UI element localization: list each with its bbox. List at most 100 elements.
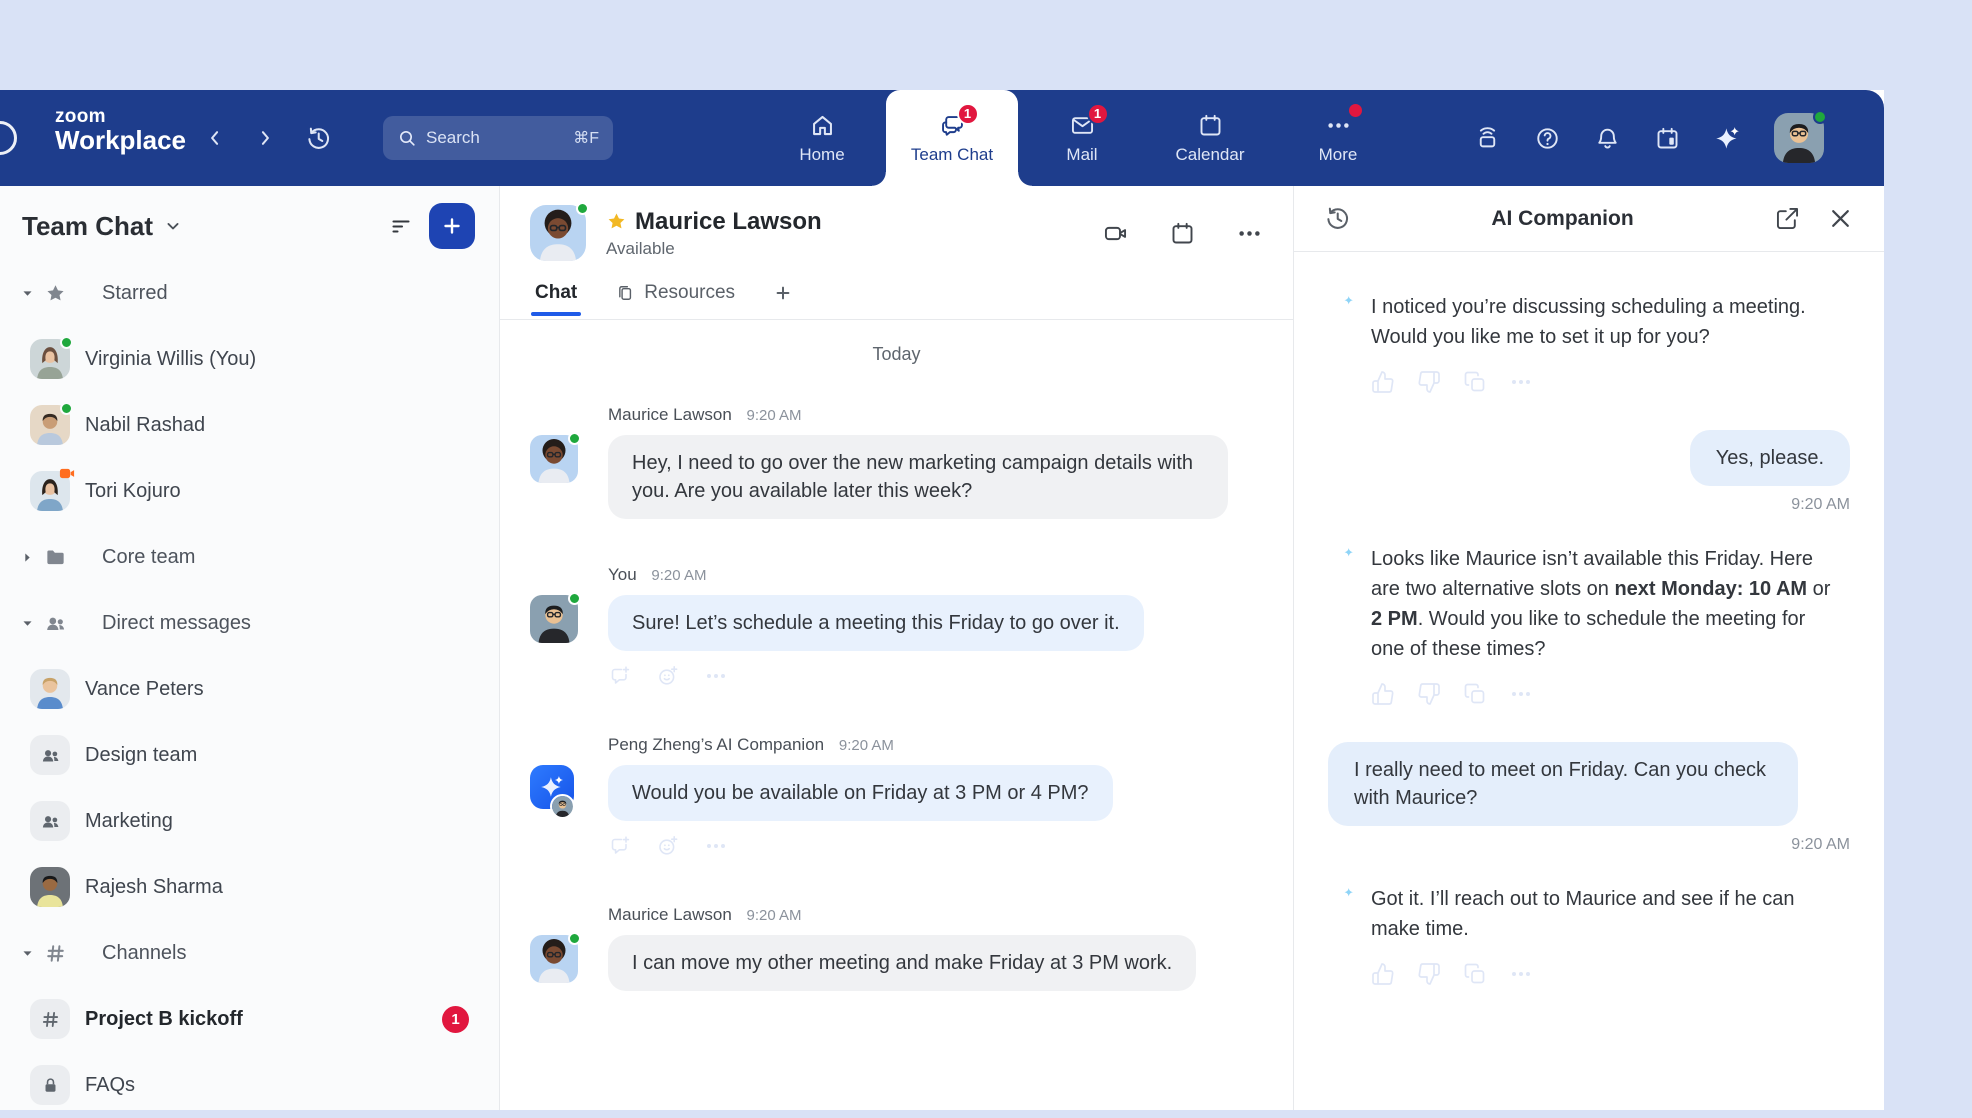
sidebar-section-core-team[interactable]: Core team <box>0 524 499 590</box>
sidebar-item-faqs[interactable]: FAQs <box>0 1052 499 1118</box>
tab-chat[interactable]: Chat <box>535 270 577 316</box>
home-icon <box>809 112 836 139</box>
add-reaction-button[interactable] <box>656 833 680 859</box>
add-reaction-button[interactable] <box>656 663 680 689</box>
pop-out-button[interactable] <box>1774 205 1801 232</box>
tab-mail[interactable]: 1 Mail <box>1018 90 1146 186</box>
schedule-button[interactable] <box>1654 125 1681 152</box>
sidebar-item-nabil-rashad[interactable]: Nabil Rashad <box>0 392 499 458</box>
sidebar-item-vance-peters[interactable]: Vance Peters <box>0 656 499 722</box>
text-part: . Would you like to schedule the meeting… <box>1371 608 1805 660</box>
sidebar-item-rajesh-sharma[interactable]: Rajesh Sharma <box>0 854 499 920</box>
ai-panel-body[interactable]: I noticed you’re discussing scheduling a… <box>1294 252 1884 1110</box>
ai-message-actions <box>1371 680 1850 708</box>
chat-header: Maurice Lawson Available <box>500 186 1293 270</box>
nav-back-button[interactable] <box>205 128 225 148</box>
sidebar-item-project-b-kickoff[interactable]: Project B kickoff 1 <box>0 986 499 1052</box>
user-presence-dot <box>1813 110 1827 124</box>
connect-device-button[interactable] <box>1474 125 1501 152</box>
new-chat-button[interactable] <box>429 203 475 249</box>
reply-in-thread-button[interactable] <box>608 663 632 689</box>
search-input[interactable] <box>426 128 564 148</box>
text-part: or <box>1807 578 1830 600</box>
thumbs-up-button[interactable] <box>1371 960 1395 988</box>
tab-home[interactable]: Home <box>758 90 886 186</box>
sidebar-section-direct-messages[interactable]: Direct messages <box>0 590 499 656</box>
start-video-meeting-button[interactable] <box>1102 220 1129 247</box>
thumbs-down-button[interactable] <box>1417 680 1441 708</box>
message-more-button[interactable] <box>704 833 728 859</box>
date-divider: Today <box>530 344 1263 365</box>
chat-message: You 9:20 AM Sure! Let’s schedule a meeti… <box>530 565 1263 689</box>
ai-panel-title: AI Companion <box>1351 207 1774 231</box>
close-icon <box>1827 205 1854 232</box>
schedule-meeting-button[interactable] <box>1169 220 1196 247</box>
message-list[interactable]: Today Maurice Lawson 9:20 AM Hey, I need… <box>500 320 1293 1110</box>
sidebar-section-channels[interactable]: Channels <box>0 920 499 986</box>
more-notification-dot <box>1349 104 1362 117</box>
copy-button[interactable] <box>1463 368 1487 396</box>
close-panel-button[interactable] <box>1827 205 1854 232</box>
sidebar-item-marketing[interactable]: Marketing <box>0 788 499 854</box>
ai-history-button[interactable] <box>1324 205 1351 232</box>
tab-team-chat-label: Team Chat <box>911 145 993 165</box>
emoji-icon <box>656 664 680 688</box>
reply-icon <box>608 834 632 858</box>
thumbs-down-button[interactable] <box>1417 960 1441 988</box>
ai-message: I noticed you’re discussing scheduling a… <box>1328 292 1850 352</box>
message-time: 9:20 AM <box>651 567 706 584</box>
plus-icon <box>440 214 464 238</box>
caret-down-icon[interactable] <box>20 946 35 961</box>
calendar-panel-icon <box>1654 125 1681 152</box>
tab-calendar[interactable]: Calendar <box>1146 90 1274 186</box>
tab-more[interactable]: More <box>1274 90 1402 186</box>
more-options-button[interactable] <box>1509 368 1533 396</box>
locked-channel-avatar <box>30 1065 70 1105</box>
ellipsis-icon <box>1236 220 1263 247</box>
copy-button[interactable] <box>1463 680 1487 708</box>
caret-down-icon[interactable] <box>20 616 35 631</box>
video-camera-icon <box>1102 220 1129 247</box>
user-bubble: Yes, please. <box>1690 430 1850 486</box>
nav-forward-button[interactable] <box>255 128 275 148</box>
message-time: 9:20 AM <box>839 737 894 754</box>
copy-button[interactable] <box>1463 960 1487 988</box>
more-options-button[interactable] <box>1509 960 1533 988</box>
ai-message-text: Got it. I’ll reach out to Maurice and se… <box>1371 884 1833 944</box>
reply-in-thread-button[interactable] <box>608 833 632 859</box>
filter-button[interactable] <box>389 214 413 238</box>
calendar-icon <box>1197 112 1224 139</box>
starred-contact-icon[interactable] <box>606 211 627 232</box>
sidebar-section-starred[interactable]: Starred <box>0 260 499 326</box>
history-icon <box>305 125 332 152</box>
thumbs-up-button[interactable] <box>1371 680 1395 708</box>
sidebar-item-label: Vance Peters <box>85 678 204 701</box>
tab-resources[interactable]: Resources <box>615 270 735 316</box>
more-options-button[interactable] <box>1509 680 1533 708</box>
chat-message: Maurice Lawson 9:20 AM I can move my oth… <box>530 905 1263 991</box>
thumbs-down-button[interactable] <box>1417 368 1441 396</box>
notifications-button[interactable] <box>1594 125 1621 152</box>
chevron-down-icon[interactable] <box>163 216 183 236</box>
ai-companion-avatar <box>530 765 578 813</box>
tab-team-chat[interactable]: 1 Team Chat <box>886 90 1018 186</box>
chat-more-options-button[interactable] <box>1236 220 1263 247</box>
global-search-box[interactable]: ⌘F <box>383 116 613 160</box>
add-tab-button[interactable] <box>773 270 793 316</box>
caret-down-icon[interactable] <box>20 286 35 301</box>
sidebar-item-tori-kojuro[interactable]: Tori Kojuro <box>0 458 499 524</box>
message-more-button[interactable] <box>704 663 728 689</box>
lock-icon <box>40 1075 61 1096</box>
sidebar-item-design-team[interactable]: Design team <box>0 722 499 788</box>
help-button[interactable] <box>1534 125 1561 152</box>
user-bubble: I really need to meet on Friday. Can you… <box>1328 742 1798 826</box>
caret-right-icon[interactable] <box>20 550 35 565</box>
sidebar-item-virginia-willis[interactable]: Virginia Willis (You) <box>0 326 499 392</box>
avatar <box>30 867 70 907</box>
thumbs-up-button[interactable] <box>1371 368 1395 396</box>
app-window: zoom Workplace ⌘F Home 1 Team Chat <box>0 90 1884 1110</box>
ai-companion-topbar-button[interactable] <box>1714 125 1741 152</box>
thumbs-down-icon <box>1417 682 1441 706</box>
user-avatar[interactable] <box>1774 113 1824 163</box>
history-button[interactable] <box>305 125 332 152</box>
